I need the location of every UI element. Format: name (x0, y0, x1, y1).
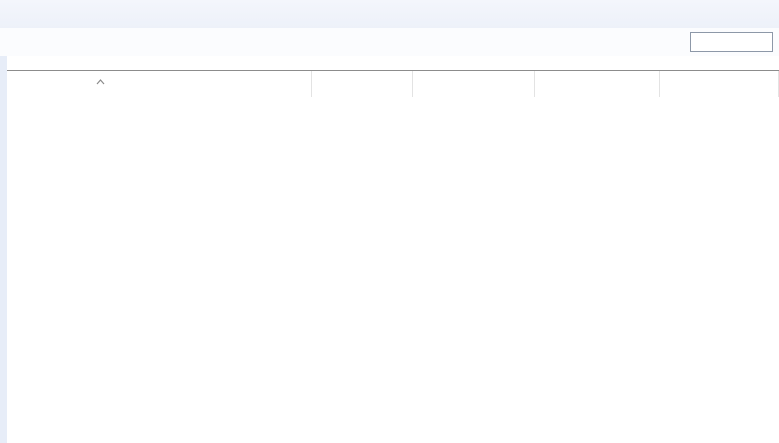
column-header-missed-blocks[interactable] (535, 71, 660, 97)
table-header (0, 71, 779, 97)
coverage-toolbar (0, 28, 779, 56)
column-header-covered-blocks[interactable] (413, 71, 535, 97)
view-tab-bar (0, 0, 779, 28)
filter-coverage-input[interactable] (690, 32, 773, 52)
column-header-coverage[interactable] (312, 71, 413, 97)
sort-ascending-icon (96, 74, 105, 88)
column-header-element[interactable] (0, 71, 312, 97)
code-coverage-view (0, 0, 779, 443)
column-header-total-blocks[interactable] (660, 71, 779, 97)
session-label (0, 56, 779, 71)
view-left-margin (0, 56, 7, 443)
